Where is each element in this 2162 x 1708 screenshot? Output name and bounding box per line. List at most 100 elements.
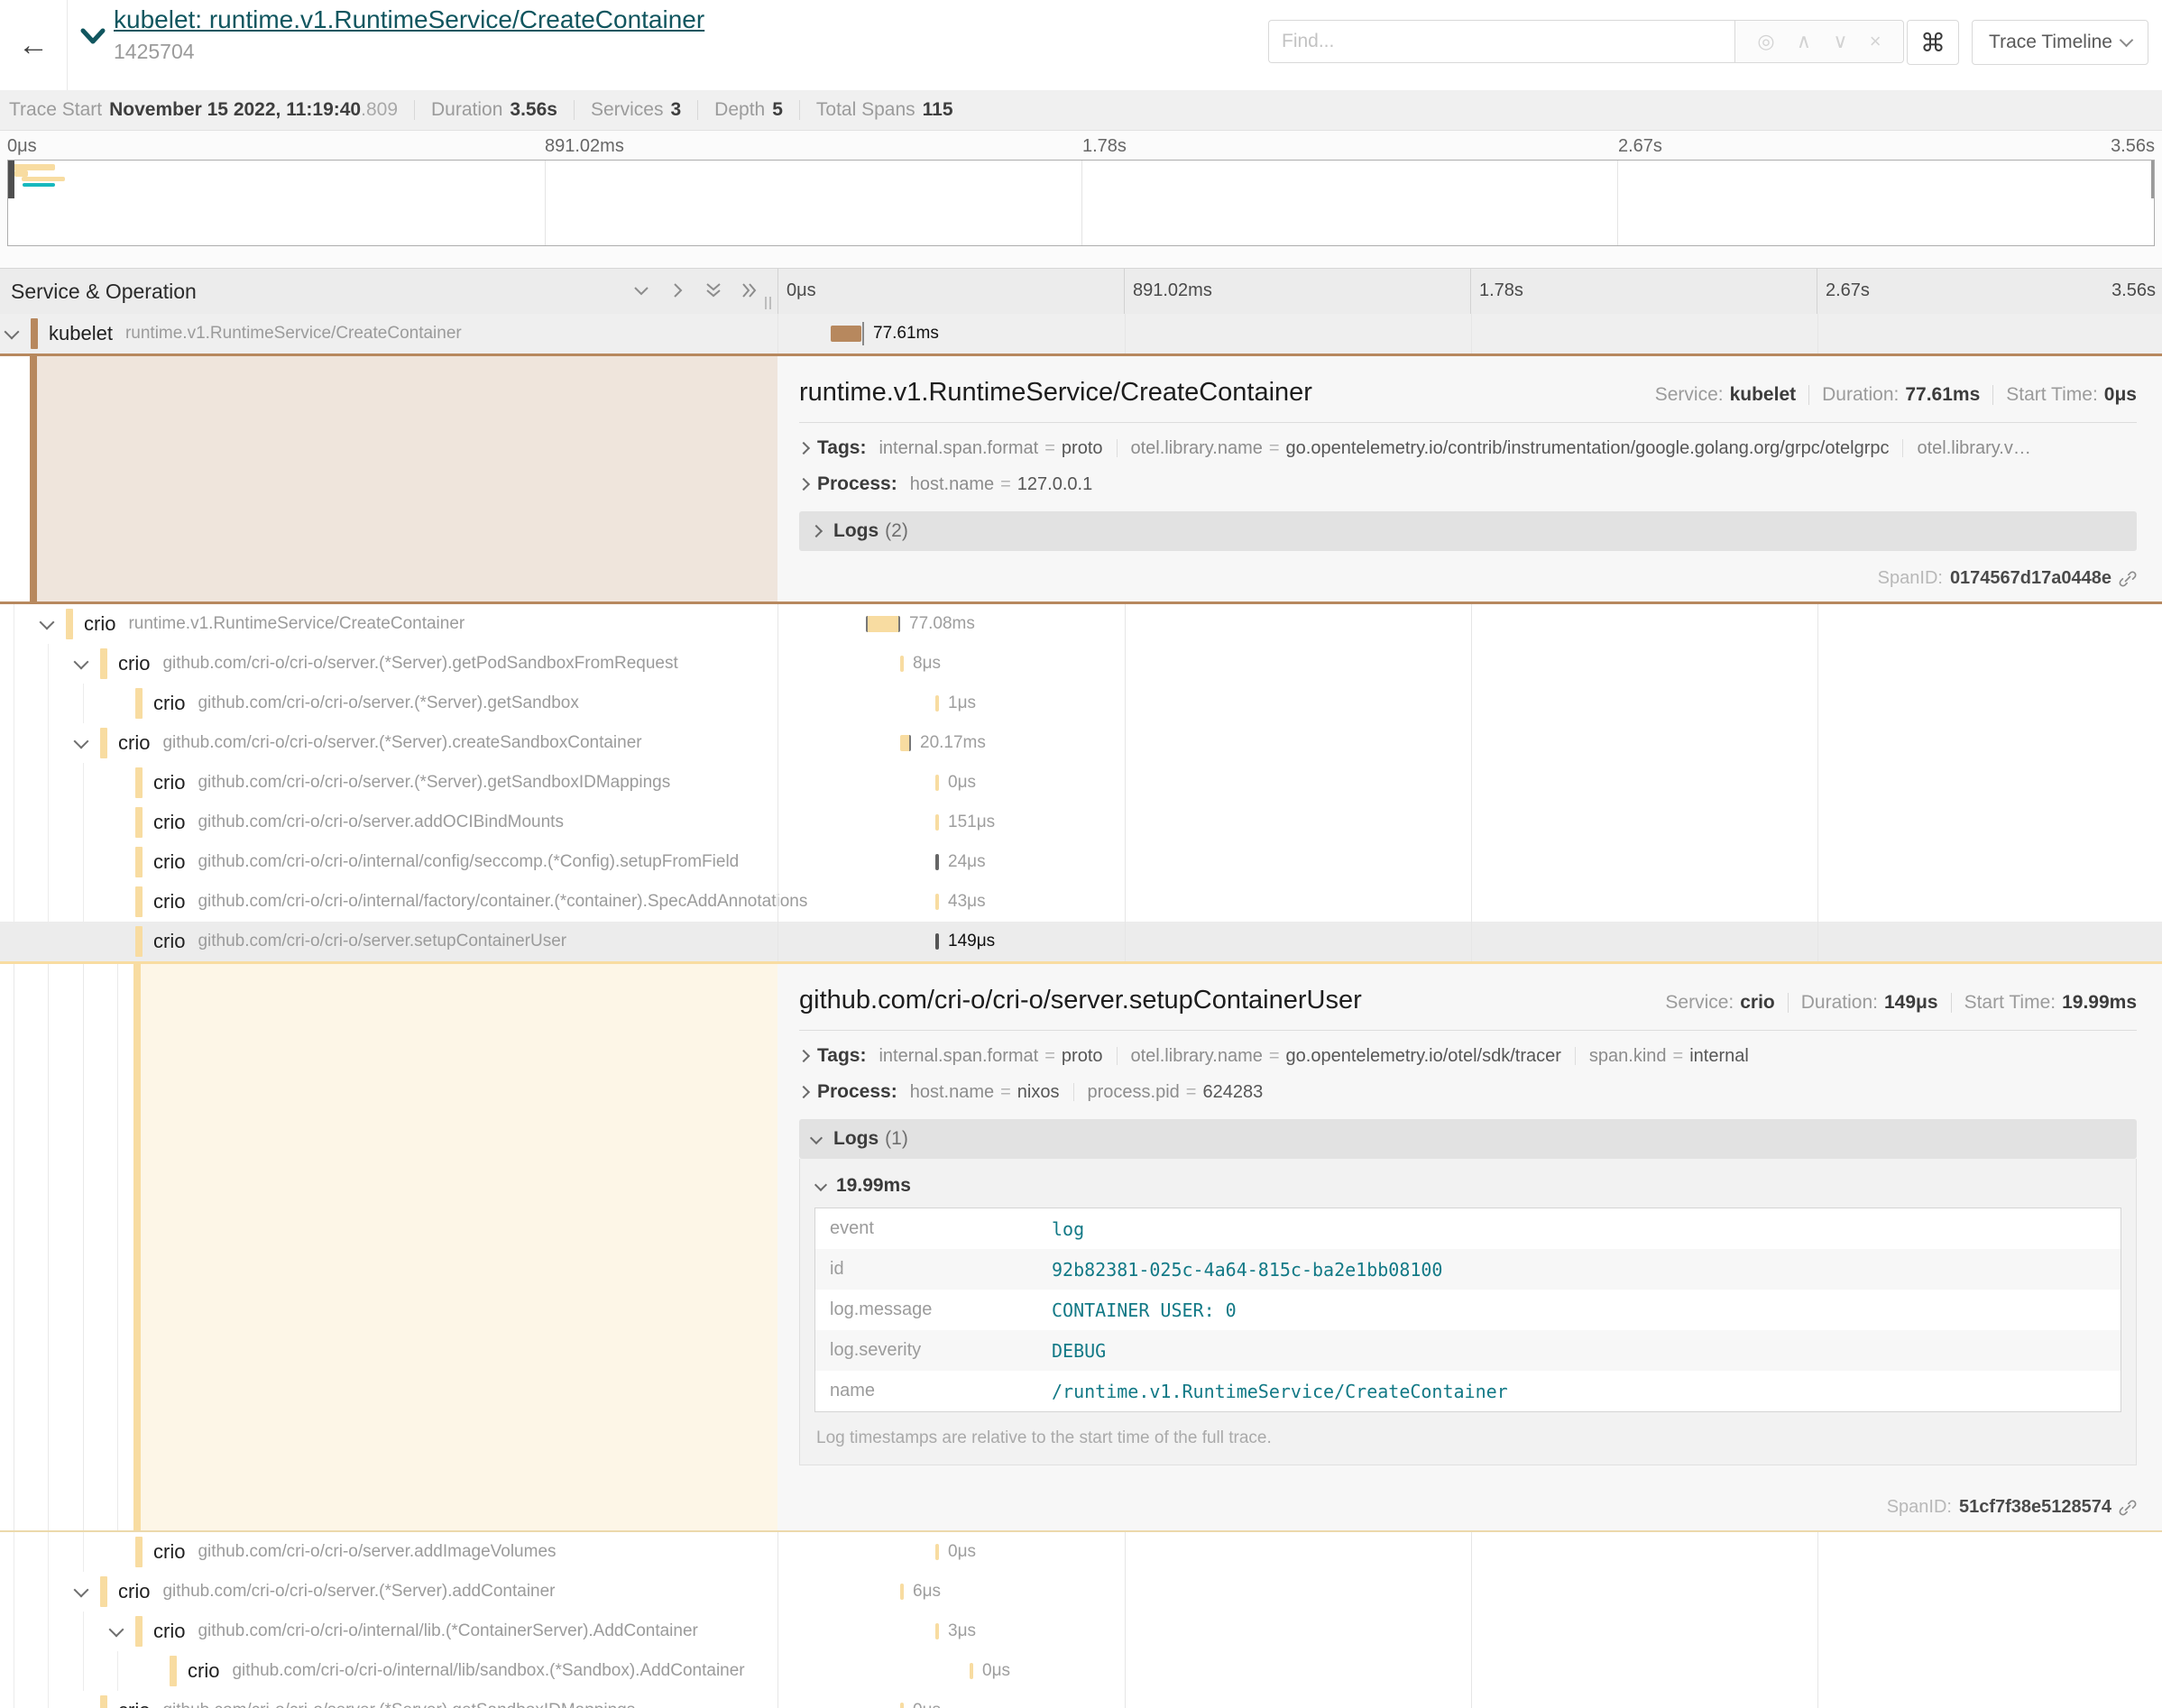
- process-row[interactable]: Process: host.name=nixos process.pid=624…: [799, 1081, 2137, 1103]
- span-bar[interactable]: [935, 1623, 939, 1639]
- logs-accordion-expanded[interactable]: Logs (1): [799, 1119, 2137, 1159]
- span-timeline-cell[interactable]: 0μs: [931, 1532, 2162, 1572]
- span-bar[interactable]: [935, 1544, 939, 1560]
- span-row-addocibindmounts[interactable]: crio github.com/cri-o/cri-o/server.addOC…: [0, 803, 2162, 842]
- log-field-value: /runtime.v1.RuntimeService/CreateContain…: [1037, 1371, 2121, 1412]
- service-label: Service:: [1665, 992, 1734, 1014]
- expand-one-chevron-right-icon[interactable]: [667, 280, 687, 300]
- service-name: crio: [118, 1580, 150, 1603]
- keyboard-shortcuts-button[interactable]: ⌘: [1907, 20, 1959, 65]
- span-bar[interactable]: [831, 326, 861, 342]
- span-timeline-cell[interactable]: 8μs: [896, 644, 2162, 684]
- logs-body: 19.99ms event log id 92b82381-025c-4a64-…: [799, 1159, 2137, 1465]
- span-row-getsandboxidmappings[interactable]: crio github.com/cri-o/cri-o/server.(*Ser…: [0, 763, 2162, 803]
- service-label: Service:: [1655, 384, 1724, 406]
- minimap-right-scrubber[interactable]: [2151, 161, 2154, 198]
- chevron-down-icon[interactable]: [5, 325, 20, 340]
- span-timeline-cell[interactable]: 0μs: [965, 1651, 2162, 1691]
- span-duration: 77.08ms: [909, 614, 975, 634]
- view-selector-label: Trace Timeline: [1989, 32, 2112, 53]
- span-timeline-cell[interactable]: 151μs: [931, 803, 2162, 842]
- view-selector-button[interactable]: Trace Timeline: [1972, 20, 2148, 65]
- minimap-left-scrubber[interactable]: [8, 161, 14, 198]
- span-bar[interactable]: [935, 894, 939, 910]
- span-timeline-cell[interactable]: 6μs: [896, 1572, 2162, 1612]
- back-button[interactable]: ←: [0, 0, 68, 90]
- process-row[interactable]: Process: host.name=127.0.0.1: [799, 473, 2137, 495]
- chevron-down-icon[interactable]: [74, 1583, 89, 1598]
- total-spans-label: Total Spans: [816, 99, 915, 121]
- span-row-setupcontaineruser[interactable]: crio github.com/cri-o/cri-o/server.setup…: [0, 922, 2162, 961]
- span-timeline-cell[interactable]: 43μs: [931, 882, 2162, 922]
- logs-accordion-collapsed[interactable]: Logs (2): [799, 511, 2137, 551]
- tags-row[interactable]: Tags: internal.span.format=proto otel.li…: [799, 1045, 2137, 1067]
- span-row-seccomp-setupfromfield[interactable]: crio github.com/cri-o/cri-o/internal/con…: [0, 842, 2162, 882]
- trace-title-link[interactable]: kubelet: runtime.v1.RuntimeService/Creat…: [114, 5, 704, 34]
- span-row-getsandboxidmappings-2[interactable]: crio github.com/cri-o/cri-o/server.(*Ser…: [0, 1691, 2162, 1708]
- span-bar[interactable]: [900, 1584, 904, 1600]
- log-entry-header[interactable]: 19.99ms: [814, 1168, 2121, 1208]
- span-timeline-cell[interactable]: 149μs: [931, 922, 2162, 961]
- collapse-one-chevron-down-icon[interactable]: [631, 280, 651, 300]
- operation-name: github.com/cri-o/cri-o/server.setupConta…: [198, 932, 566, 951]
- operation-name: github.com/cri-o/cri-o/internal/factory/…: [198, 892, 807, 912]
- span-timeline-cell[interactable]: 0μs: [896, 1691, 2162, 1708]
- span-timeline-cell[interactable]: 20.17ms: [896, 723, 2162, 763]
- operation-name: github.com/cri-o/cri-o/server.(*Server).…: [162, 654, 677, 674]
- chevron-down-icon[interactable]: [40, 615, 55, 630]
- deep-link-icon[interactable]: [2119, 570, 2137, 588]
- minimap-canvas[interactable]: [7, 160, 2155, 246]
- span-bar[interactable]: [935, 814, 939, 831]
- span-duration: 8μs: [913, 654, 941, 674]
- span-row-addimagevolumes[interactable]: crio github.com/cri-o/cri-o/server.addIm…: [0, 1532, 2162, 1572]
- column-resize-grip[interactable]: [765, 297, 771, 309]
- span-bar[interactable]: [935, 854, 939, 870]
- span-bar[interactable]: [900, 735, 911, 751]
- chevron-down-icon[interactable]: [74, 655, 89, 670]
- next-match-icon[interactable]: ∨: [1833, 30, 1847, 53]
- span-bar[interactable]: [935, 695, 939, 712]
- process-label: Process:: [817, 473, 897, 495]
- prev-match-icon[interactable]: ∧: [1797, 30, 1811, 53]
- log-field-value: 92b82381-025c-4a64-815c-ba2e1bb08100: [1037, 1249, 2121, 1290]
- match-target-icon[interactable]: ◎: [1757, 30, 1774, 53]
- span-row-sandbox-addcontainer[interactable]: crio github.com/cri-o/cri-o/internal/lib…: [0, 1651, 2162, 1691]
- span-row-addcontainer[interactable]: crio github.com/cri-o/cri-o/server.(*Ser…: [0, 1572, 2162, 1612]
- span-timeline-cell[interactable]: 3μs: [931, 1612, 2162, 1651]
- span-detail-panel: runtime.v1.RuntimeService/CreateContaine…: [777, 356, 2162, 601]
- deep-link-icon[interactable]: [2119, 1499, 2137, 1517]
- span-row-containerserver-addcontainer[interactable]: crio github.com/cri-o/cri-o/internal/lib…: [0, 1612, 2162, 1651]
- expand-all-double-chevron-right-icon[interactable]: [740, 280, 759, 300]
- tick-label: 2.67s: [1618, 136, 1662, 157]
- span-timeline-cell[interactable]: 24μs: [931, 842, 2162, 882]
- span-timeline-cell[interactable]: 77.08ms: [861, 604, 2162, 644]
- chevron-down-icon: [2120, 33, 2134, 48]
- span-row-crio-createcontainer[interactable]: crio runtime.v1.RuntimeService/CreateCon…: [0, 604, 2162, 644]
- span-row-createsandboxcontainer[interactable]: crio github.com/cri-o/cri-o/server.(*Ser…: [0, 723, 2162, 763]
- span-bar[interactable]: [900, 656, 904, 672]
- depth-value: 5: [772, 99, 783, 121]
- span-timeline-cell[interactable]: 0μs: [931, 763, 2162, 803]
- span-timeline-cell[interactable]: 1μs: [931, 684, 2162, 723]
- chevron-down-icon[interactable]: [109, 1622, 124, 1638]
- span-bar[interactable]: [970, 1663, 973, 1679]
- chevron-down-icon[interactable]: [74, 734, 89, 749]
- service-name: kubelet: [49, 322, 113, 345]
- span-timeline-cell[interactable]: 77.61ms: [826, 314, 2162, 354]
- span-row-getsandbox[interactable]: crio github.com/cri-o/cri-o/server.(*Ser…: [0, 684, 2162, 723]
- span-bar[interactable]: [866, 616, 900, 632]
- span-row-specaddannotations[interactable]: crio github.com/cri-o/cri-o/internal/fac…: [0, 882, 2162, 922]
- find-input[interactable]: [1268, 20, 1734, 63]
- collapse-all-double-chevron-down-icon[interactable]: [704, 280, 723, 300]
- total-spans-value: 115: [923, 99, 953, 121]
- span-color-bar: [135, 886, 143, 917]
- span-row-getpodsandboxfromrequest[interactable]: crio github.com/cri-o/cri-o/server.(*Ser…: [0, 644, 2162, 684]
- span-bar[interactable]: [935, 933, 939, 950]
- span-bar[interactable]: [935, 775, 939, 791]
- clear-find-icon[interactable]: ×: [1870, 30, 1881, 53]
- span-row-kubelet-createcontainer[interactable]: kubelet runtime.v1.RuntimeService/Create…: [0, 314, 2162, 354]
- collapse-header-icon[interactable]: [79, 27, 106, 51]
- tags-row[interactable]: Tags: internal.span.format=proto otel.li…: [799, 437, 2137, 459]
- span-bar[interactable]: [900, 1703, 904, 1708]
- chevron-right-icon: [799, 1086, 810, 1098]
